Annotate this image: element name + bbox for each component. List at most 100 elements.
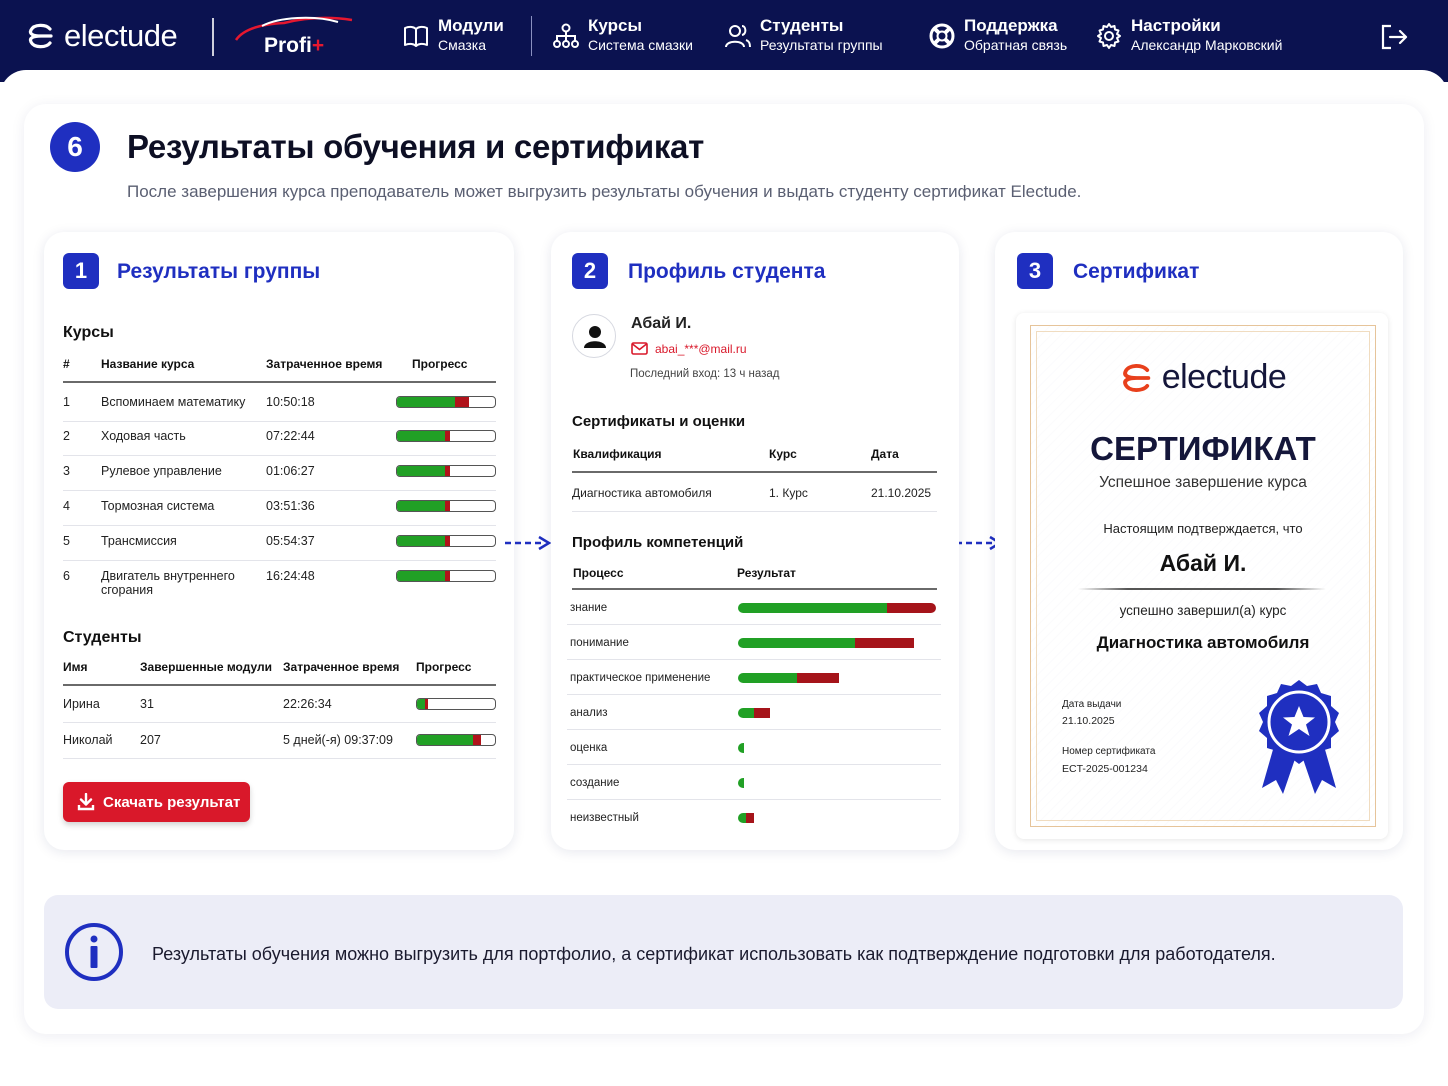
- course-row-number: 3: [63, 464, 70, 478]
- award-seal-icon: [1259, 680, 1339, 794]
- courses-header-divider: [63, 381, 496, 383]
- progress-fill-incorrect: [445, 466, 450, 476]
- row-divider: [63, 490, 496, 491]
- students-header-modules: Завершенные модули: [140, 660, 273, 674]
- row-divider: [63, 560, 496, 561]
- user-icon: [584, 326, 606, 348]
- row-divider: [63, 722, 496, 723]
- brand-name: electude: [64, 18, 178, 53]
- competency-bar: [738, 673, 936, 683]
- student-email[interactable]: abai_***@mail.ru: [655, 342, 747, 356]
- course-row-number: 1: [63, 395, 70, 409]
- lifebuoy-icon: [929, 23, 955, 49]
- certificate-subheading: Успешное завершение курса: [1099, 474, 1307, 491]
- progress-fill-correct: [738, 743, 744, 753]
- course-row-time: 16:24:48: [266, 569, 315, 583]
- cert-course: 1. Курс: [769, 486, 808, 500]
- course-progress-bar: [396, 396, 496, 408]
- nav-settings[interactable]: Настройки Александр Марковский: [1095, 16, 1282, 54]
- competency-header-result: Результат: [737, 566, 796, 580]
- hierarchy-icon: [553, 23, 579, 48]
- certificate-brand: electude: [1161, 358, 1287, 396]
- student-row-modules: 31: [140, 697, 154, 711]
- certs-header-divider: [572, 471, 937, 473]
- progress-fill-correct: [738, 673, 798, 683]
- nav-modules[interactable]: Модули Смазка: [402, 16, 504, 54]
- profi-logo[interactable]: Profi+: [234, 14, 360, 60]
- course-row-time: 10:50:18: [266, 395, 315, 409]
- course-row-name[interactable]: Ходовая часть: [101, 429, 251, 443]
- download-results-button[interactable]: Скачать результат: [63, 782, 250, 822]
- row-divider: [567, 624, 941, 625]
- panel-3-badge: 3: [1017, 253, 1053, 289]
- course-progress-bar: [396, 535, 496, 547]
- course-row-time: 05:54:37: [266, 534, 315, 548]
- progress-fill-incorrect: [455, 397, 469, 407]
- students-header-progress: Прогресс: [416, 660, 472, 674]
- electude-logo-icon: [28, 23, 53, 49]
- competency-bar: [738, 638, 936, 648]
- course-progress-bar: [396, 570, 496, 582]
- progress-fill-correct: [738, 638, 855, 648]
- nav-support[interactable]: Поддержка Обратная связь: [928, 16, 1067, 54]
- flow-arrow-icon: [505, 535, 551, 551]
- competency-bar: [738, 813, 936, 823]
- page-title: Результаты обучения и сертификат: [127, 128, 704, 165]
- row-divider: [63, 525, 496, 526]
- student-row-name[interactable]: Ирина: [63, 697, 100, 711]
- competency-name: практическое применение: [570, 672, 711, 684]
- course-row-name[interactable]: Трансмиссия: [101, 534, 251, 548]
- nav-courses[interactable]: Курсы Система смазки: [552, 16, 693, 54]
- nav-students[interactable]: Студенты Результаты группы: [724, 16, 883, 54]
- courses-header-num: #: [63, 357, 70, 371]
- competency-name: понимание: [570, 637, 629, 649]
- progress-fill-incorrect: [745, 813, 754, 823]
- progress-fill-incorrect: [854, 638, 915, 648]
- course-row-time: 07:22:44: [266, 429, 315, 443]
- progress-fill-correct: [738, 603, 887, 613]
- certs-section-title: Сертификаты и оценки: [572, 413, 746, 430]
- progress-fill-correct: [738, 813, 746, 823]
- row-divider: [63, 455, 496, 456]
- logout-icon[interactable]: [1380, 24, 1408, 50]
- competency-section-title: Профиль компетенций: [572, 534, 744, 551]
- panel-1-badge: 1: [63, 253, 99, 289]
- course-row-name[interactable]: Рулевое управление: [101, 464, 251, 478]
- row-divider: [567, 799, 941, 800]
- student-progress-bar: [416, 698, 496, 710]
- course-row-name[interactable]: Вспоминаем математику: [101, 395, 251, 409]
- competency-bar: [738, 778, 936, 788]
- cert-number: ECT-2025-001234: [1062, 763, 1148, 775]
- nav-support-title: Поддержка: [964, 16, 1058, 35]
- row-divider: [567, 694, 941, 695]
- course-progress-bar: [396, 500, 496, 512]
- course-progress-bar: [396, 430, 496, 442]
- course-progress-bar: [396, 465, 496, 477]
- nav-modules-title: Модули: [438, 16, 504, 35]
- students-header-name: Имя: [63, 660, 88, 674]
- electude-logo[interactable]: electude: [26, 18, 178, 54]
- course-row-number: 6: [63, 569, 70, 583]
- step-number-badge: 6: [50, 122, 100, 172]
- student-row-time: 22:26:34: [283, 697, 332, 711]
- progress-fill-incorrect: [445, 571, 450, 581]
- certificate-confirm-text: Настоящим подтверждается, что: [1103, 521, 1303, 536]
- competency-header-divider: [572, 588, 937, 590]
- competency-name: анализ: [570, 707, 608, 719]
- nav-separator: [531, 16, 532, 56]
- electude-logo-icon: [1122, 363, 1150, 392]
- download-icon: [77, 793, 95, 811]
- competency-header-process: Процесс: [573, 566, 624, 580]
- nav-modules-sub: Смазка: [438, 37, 487, 53]
- course-row-name[interactable]: Тормозная система: [101, 499, 251, 513]
- competency-name: знание: [570, 602, 608, 614]
- student-row-name[interactable]: Николай: [63, 733, 113, 747]
- course-row-time: 01:06:27: [266, 464, 315, 478]
- gear-icon: [1097, 23, 1121, 49]
- course-row-time: 03:51:36: [266, 499, 315, 513]
- cert-date: 21.10.2025: [871, 486, 932, 500]
- course-row-name[interactable]: Двигатель внутреннего сгорания: [101, 569, 251, 597]
- progress-fill-correct: [397, 536, 445, 546]
- certificate-title: Сертификат: [1073, 260, 1200, 283]
- competency-bar: [738, 743, 936, 753]
